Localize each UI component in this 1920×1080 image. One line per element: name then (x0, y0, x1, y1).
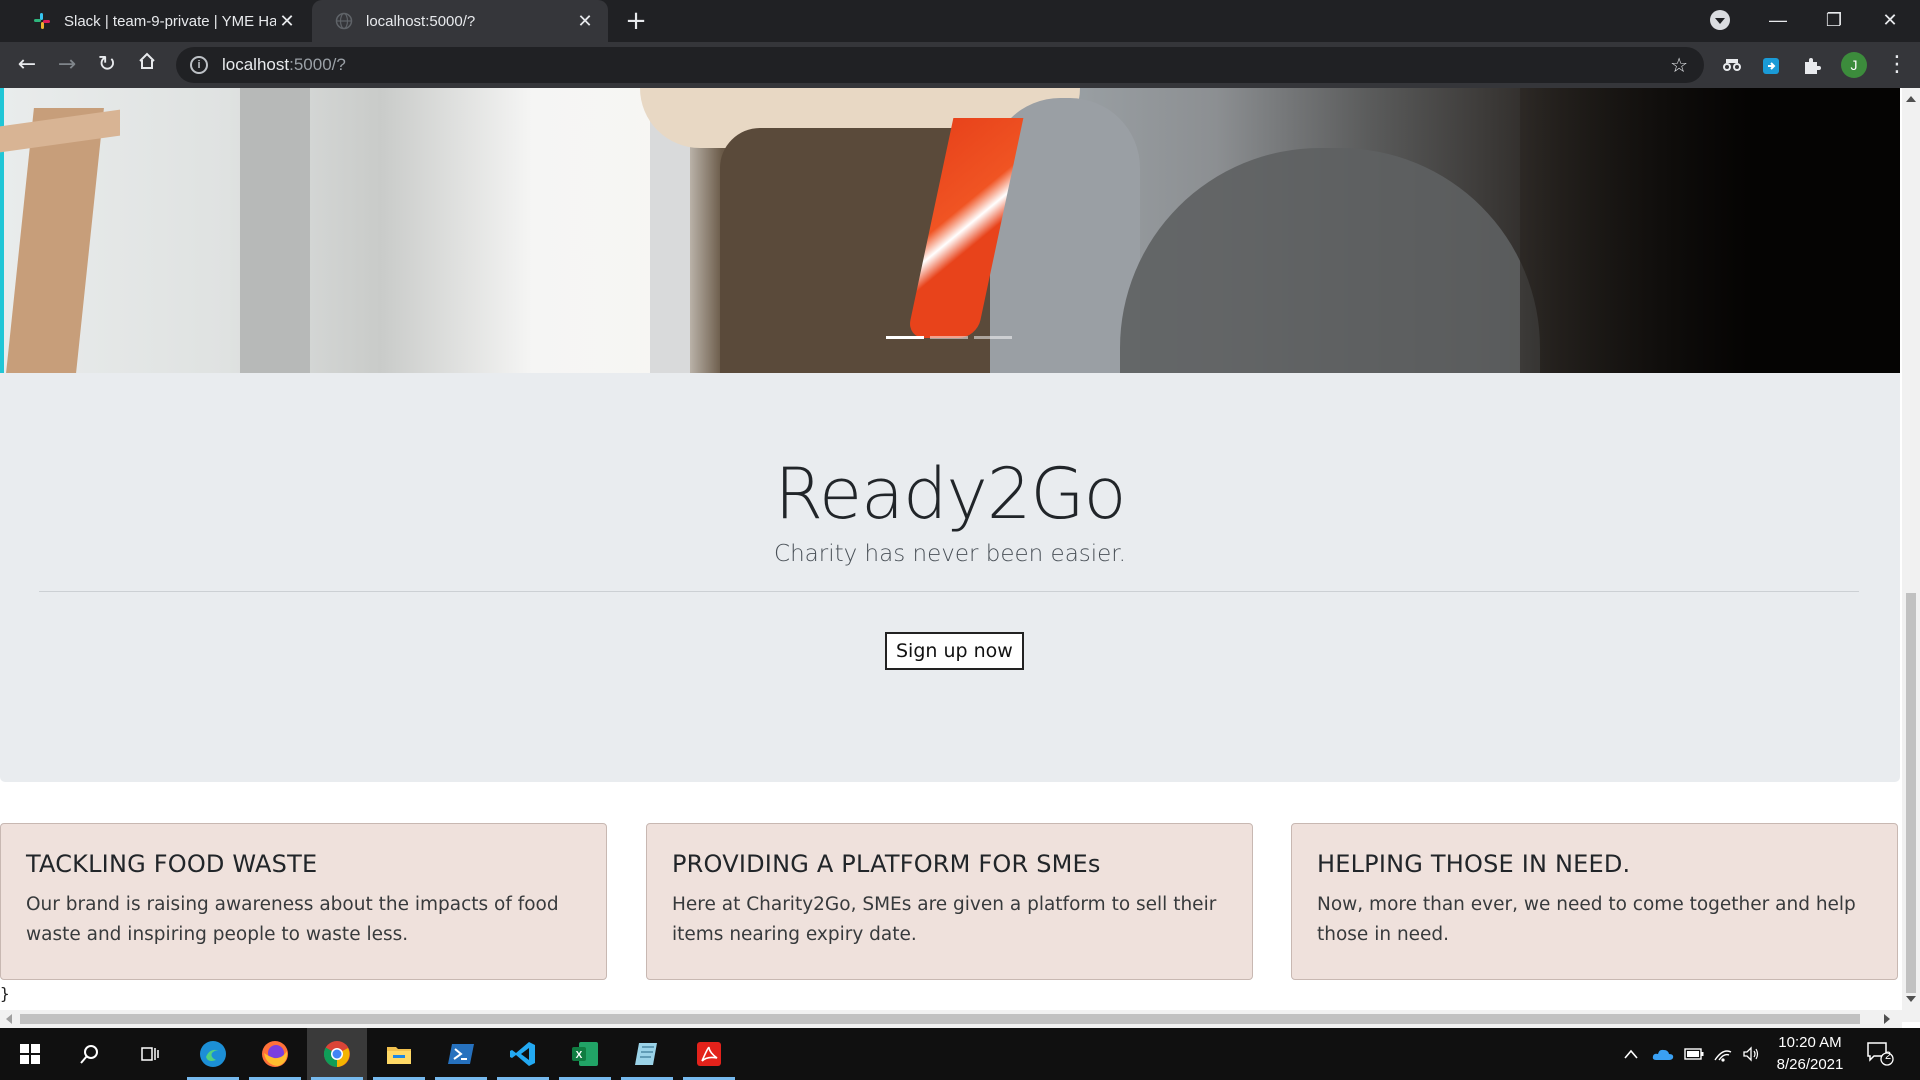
minimize-button[interactable]: — (1750, 0, 1806, 40)
tab-title: localhost:5000/? (366, 12, 476, 30)
extension-glasses-icon[interactable] (1720, 54, 1744, 78)
excel-icon[interactable]: X (555, 1028, 615, 1080)
tab-search-icon[interactable] (1710, 10, 1730, 30)
wifi-icon[interactable] (1714, 1028, 1732, 1080)
notification-count: 2 (1884, 1050, 1892, 1062)
task-view-icon[interactable] (120, 1028, 180, 1080)
close-tab-icon[interactable]: ✕ (276, 11, 298, 32)
powershell-icon[interactable] (431, 1028, 491, 1080)
reload-button[interactable]: ↻ (90, 48, 124, 82)
scroll-thumb[interactable] (1906, 593, 1916, 993)
close-tab-icon[interactable]: ✕ (574, 11, 596, 32)
vertical-scrollbar[interactable] (1902, 88, 1920, 1022)
tagline: Charity has never been easier. (774, 541, 1126, 567)
feature-cards: TACKLING FOOD WASTE Our brand is raising… (0, 823, 1900, 980)
address-bar[interactable]: i localhost:5000/? ☆ (176, 47, 1704, 83)
vscode-icon[interactable] (493, 1028, 553, 1080)
scroll-left-arrow[interactable] (6, 1014, 12, 1024)
card-helping: HELPING THOSE IN NEED. Now, more than ev… (1291, 823, 1898, 980)
browser-tab-strip: Slack | team-9-private | YME Hackathon ✕… (0, 0, 1920, 42)
restore-button[interactable]: ❐ (1806, 0, 1862, 40)
slack-icon (32, 11, 52, 31)
sign-up-button[interactable]: Sign up now (885, 632, 1024, 670)
scroll-thumb-horizontal[interactable] (20, 1014, 1860, 1024)
clock-time: 10:20 AM (1778, 1034, 1842, 1051)
card-platform: PROVIDING A PLATFORM FOR SMEs Here at Ch… (646, 823, 1253, 980)
extension-translate-icon[interactable] (1760, 54, 1784, 78)
profile-avatar[interactable]: J (1841, 52, 1867, 78)
tab-localhost[interactable]: localhost:5000/? ✕ (312, 0, 608, 42)
clock-date: 8/26/2021 (1776, 1056, 1844, 1073)
card-text: Our brand is raising awareness about the… (26, 894, 559, 945)
search-icon[interactable] (60, 1028, 120, 1080)
card-food-waste: TACKLING FOOD WASTE Our brand is raising… (0, 823, 607, 980)
windows-taskbar: X 10:20 AM 8/26/2021 2 (0, 1028, 1920, 1080)
scroll-down-arrow[interactable] (1906, 996, 1916, 1002)
card-text: Here at Charity2Go, SMEs are given a pla… (672, 894, 1217, 945)
horizontal-scrollbar[interactable] (0, 1010, 1902, 1028)
card-title: PROVIDING A PLATFORM FOR SMEs (672, 850, 1101, 878)
page-title: Ready2Go (774, 453, 1127, 535)
close-window-button[interactable]: ✕ (1862, 0, 1918, 40)
battery-icon[interactable] (1684, 1028, 1704, 1080)
acrobat-icon[interactable] (679, 1028, 739, 1080)
home-icon[interactable] (130, 48, 164, 82)
divider (39, 591, 1859, 592)
action-center-icon[interactable]: 2 (1866, 1040, 1896, 1068)
system-clock[interactable]: 10:20 AM 8/26/2021 (1760, 1032, 1860, 1076)
new-tab-button[interactable]: + (620, 4, 652, 38)
jumbotron: Ready2Go Charity has never been easier. … (0, 373, 1900, 782)
svg-text:X: X (576, 1050, 583, 1061)
scroll-up-arrow[interactable] (1906, 96, 1916, 102)
firefox-icon[interactable] (245, 1028, 305, 1080)
browser-menu-icon[interactable]: ⋮ (1886, 52, 1908, 78)
carousel-indicator-2[interactable] (930, 336, 968, 339)
url-text[interactable]: localhost:5000/? (222, 55, 346, 75)
scroll-right-arrow[interactable] (1884, 1014, 1890, 1024)
edge-icon[interactable] (183, 1028, 243, 1080)
notepad-icon[interactable] (617, 1028, 677, 1080)
chrome-icon[interactable] (307, 1028, 367, 1080)
extensions-puzzle-icon[interactable] (1800, 54, 1824, 78)
file-explorer-icon[interactable] (369, 1028, 429, 1080)
stray-text: } (0, 984, 10, 1003)
tab-title: Slack | team-9-private | YME Hackathon (64, 12, 276, 30)
page-viewport: Ready2Go Charity has never been easier. … (0, 88, 1902, 1010)
card-title: HELPING THOSE IN NEED. (1317, 850, 1631, 878)
start-icon[interactable] (0, 1028, 60, 1080)
back-button[interactable]: ← (10, 48, 44, 82)
carousel-indicator-3[interactable] (974, 336, 1012, 339)
tray-overflow-icon[interactable] (1624, 1028, 1638, 1080)
bookmark-star-icon[interactable]: ☆ (1670, 53, 1688, 77)
browser-toolbar: ← → ↻ i localhost:5000/? ☆ J ⋮ (0, 42, 1920, 88)
site-info-icon[interactable]: i (190, 56, 208, 74)
tab-slack[interactable]: Slack | team-9-private | YME Hackathon ✕ (10, 0, 310, 42)
onedrive-icon[interactable] (1652, 1028, 1674, 1080)
card-text: Now, more than ever, we need to come tog… (1317, 894, 1856, 945)
volume-icon[interactable] (1742, 1028, 1760, 1080)
globe-icon (334, 11, 354, 31)
carousel-indicators (886, 336, 1012, 339)
carousel-indicator-1[interactable] (886, 336, 924, 339)
forward-button[interactable]: → (50, 48, 84, 82)
card-title: TACKLING FOOD WASTE (26, 850, 318, 878)
hero-carousel (0, 88, 1900, 373)
